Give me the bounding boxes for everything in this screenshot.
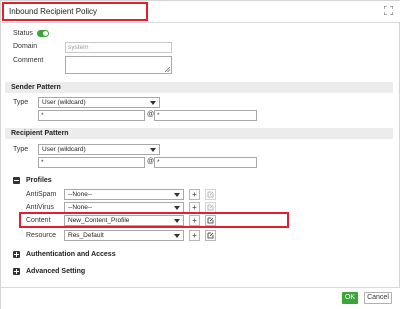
chevron-down-icon bbox=[150, 148, 156, 152]
sender-domain-field[interactable]: * bbox=[154, 110, 257, 121]
expand-icon[interactable] bbox=[384, 6, 393, 15]
domain-field: system bbox=[65, 42, 172, 53]
cancel-button[interactable]: Cancel bbox=[364, 292, 392, 304]
content-highlight-box bbox=[19, 212, 289, 228]
resource-label: Resource bbox=[26, 232, 56, 239]
recipient-pattern-heading: Recipient Pattern bbox=[5, 128, 393, 139]
comment-label: Comment bbox=[13, 57, 44, 64]
recipient-type-select[interactable]: User (wildcard) bbox=[38, 144, 160, 155]
advanced-setting-title[interactable]: Advanced Setting bbox=[26, 268, 85, 275]
expand-plus-icon[interactable] bbox=[13, 251, 20, 258]
status-toggle[interactable] bbox=[37, 30, 49, 37]
expand-plus-icon[interactable] bbox=[13, 268, 20, 275]
recipient-type-label: Type bbox=[13, 146, 29, 153]
plus-icon: + bbox=[192, 231, 197, 240]
chevron-down-icon bbox=[174, 193, 180, 197]
domain-label: Domain bbox=[13, 43, 38, 50]
antispam-select[interactable]: --None-- bbox=[64, 189, 184, 200]
resize-grip-icon[interactable] bbox=[165, 67, 170, 72]
antivirus-value: --None-- bbox=[68, 204, 93, 211]
status-label: Status bbox=[13, 30, 33, 37]
title-highlight-box bbox=[2, 2, 148, 21]
sender-type-value: User (wildcard) bbox=[42, 99, 86, 106]
recipient-type-value: User (wildcard) bbox=[42, 146, 86, 153]
dialog-footer bbox=[1, 287, 400, 309]
antispam-edit-button[interactable] bbox=[205, 189, 216, 200]
sender-pattern-heading: Sender Pattern bbox=[5, 82, 393, 93]
plus-icon: + bbox=[192, 190, 197, 199]
chevron-down-icon bbox=[150, 101, 156, 105]
resource-select[interactable]: Res_Default bbox=[64, 230, 184, 241]
sender-type-label: Type bbox=[13, 99, 29, 106]
edit-icon bbox=[207, 232, 214, 239]
ok-button[interactable]: OK bbox=[342, 292, 358, 304]
antivirus-label: AntiVirus bbox=[26, 204, 54, 211]
resource-edit-button[interactable] bbox=[205, 230, 216, 241]
antispam-value: --None-- bbox=[68, 191, 93, 198]
antispam-add-button[interactable]: + bbox=[189, 189, 200, 200]
recipient-user-field[interactable]: * bbox=[38, 157, 145, 168]
edit-icon bbox=[207, 191, 214, 198]
inbound-recipient-policy-dialog: Inbound Recipient Policy Status Domain s… bbox=[0, 0, 400, 309]
collapse-icon[interactable] bbox=[13, 177, 20, 184]
resource-value: Res_Default bbox=[68, 232, 104, 239]
plus-icon: + bbox=[192, 203, 197, 212]
chevron-down-icon bbox=[174, 234, 180, 238]
recipient-domain-field[interactable]: * bbox=[154, 157, 257, 168]
sender-user-field[interactable]: * bbox=[38, 110, 145, 121]
comment-textarea[interactable] bbox=[65, 56, 172, 74]
sender-type-select[interactable]: User (wildcard) bbox=[38, 97, 160, 108]
resource-add-button[interactable]: + bbox=[189, 230, 200, 241]
profiles-title: Profiles bbox=[26, 177, 52, 184]
antispam-label: AntiSpam bbox=[26, 191, 57, 198]
edit-icon bbox=[207, 204, 214, 211]
chevron-down-icon bbox=[174, 206, 180, 210]
auth-access-title[interactable]: Authentication and Access bbox=[26, 251, 116, 258]
